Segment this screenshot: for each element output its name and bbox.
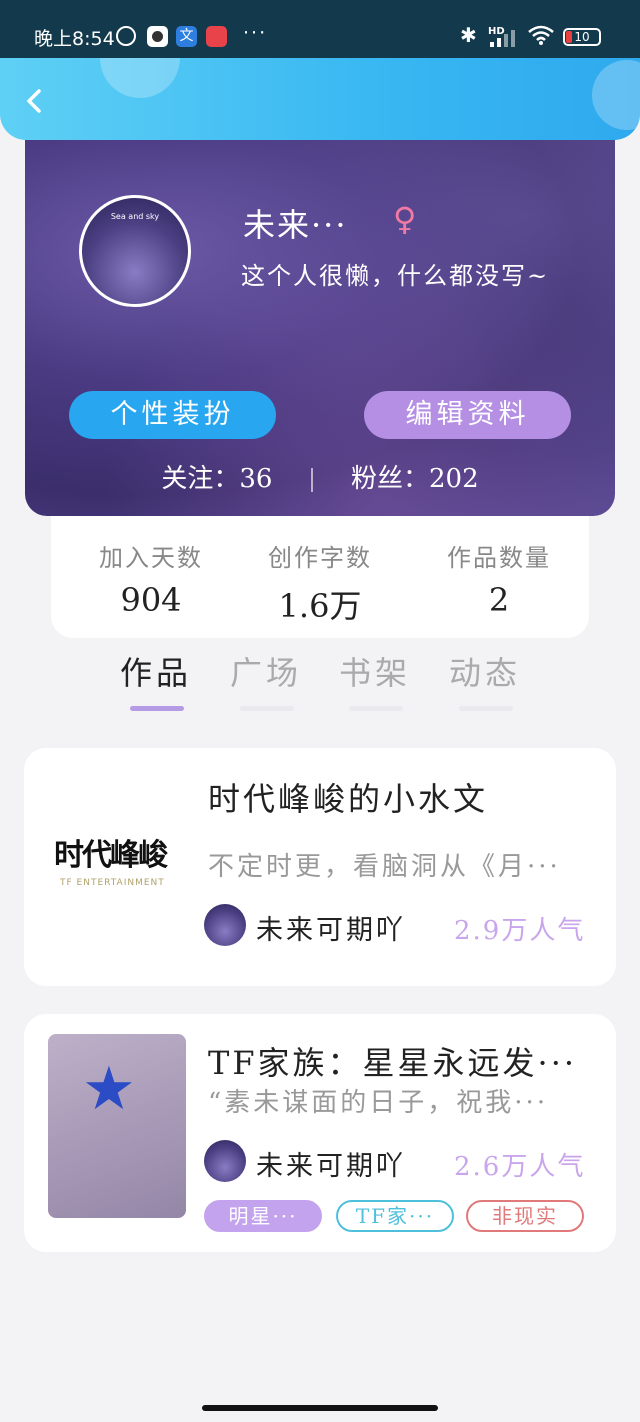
tab-bookshelf[interactable]: 书架 — [325, 648, 425, 711]
status-bar: 晚上8:54 文 ··· ✱ HD 10 — [0, 0, 640, 58]
avatar[interactable]: Sea and sky — [79, 195, 191, 307]
profile-tabs: 作品 广场 书架 动态 — [104, 648, 544, 716]
more-notifications-icon: ··· — [243, 22, 268, 44]
female-gender-icon: ♀ — [393, 200, 417, 238]
app-notification-icon — [147, 26, 168, 47]
decor-bubble — [592, 60, 640, 130]
star-icon: ★ — [82, 1054, 136, 1124]
personal-style-button[interactable]: 个性装扮 — [69, 391, 276, 439]
stat-label: 作品数量 — [447, 544, 551, 572]
following-count[interactable]: 关注：36 — [161, 464, 272, 494]
tab-label: 作品 — [119, 654, 192, 692]
work-description: “素未谋面的日子，祝我··· — [208, 1088, 549, 1118]
work-cover: 时代峰峻 TF ENTERTAINMENT — [48, 820, 188, 910]
work-popularity: 2.6万人气 — [454, 1152, 586, 1182]
translate-app-icon: 文 — [176, 26, 197, 47]
tab-works[interactable]: 作品 — [106, 648, 206, 711]
work-title: 时代峰峻的小水文 — [208, 780, 489, 818]
tab-indicator — [240, 706, 294, 711]
cover-subtitle: TF ENTERTAINMENT — [60, 878, 165, 888]
tab-label: 动态 — [448, 654, 521, 692]
work-title: TF家族：星星永远发··· — [208, 1044, 578, 1082]
work-description: 不定时更，看脑洞从《月··· — [208, 852, 561, 882]
stat-join-days: 加入天数 904 — [71, 538, 231, 619]
stat-label: 加入天数 — [99, 544, 203, 572]
work-cover: ★ — [48, 1034, 186, 1218]
author-avatar — [204, 1140, 246, 1182]
tab-square[interactable]: 广场 — [216, 648, 316, 711]
home-indicator[interactable] — [202, 1405, 438, 1411]
wifi-icon — [528, 25, 554, 45]
tag-celebrity[interactable]: 明星··· — [204, 1200, 322, 1232]
follow-stats: 关注：36 粉丝：202 — [25, 458, 615, 495]
author-name: 未来可期吖 — [256, 915, 406, 946]
app-notification-icon-red — [206, 26, 227, 47]
chevron-left-icon[interactable] — [22, 88, 48, 114]
avatar-caption: Sea and sky — [110, 212, 160, 221]
bluetooth-icon: ✱ — [460, 23, 477, 47]
status-time: 晚上8:54 — [34, 28, 115, 50]
tab-label: 广场 — [229, 654, 302, 692]
stat-value: 904 — [120, 581, 182, 619]
tab-indicator — [349, 706, 403, 711]
tab-label: 书架 — [338, 654, 411, 692]
top-header — [0, 58, 640, 140]
tab-activity[interactable]: 动态 — [435, 648, 535, 711]
tab-indicator — [130, 706, 184, 711]
stats-card: 加入天数 904 创作字数 1.6万 作品数量 2 — [51, 516, 589, 638]
stat-value: 1.6万 — [278, 587, 362, 625]
battery-icon: 10 — [563, 28, 601, 46]
work-card[interactable]: ★ TF家族：星星永远发··· “素未谋面的日子，祝我··· 未来可期吖 2.6… — [24, 1014, 616, 1252]
bio-text: 这个人很懒，什么都没写~ — [241, 262, 550, 290]
edit-profile-button[interactable]: 编辑资料 — [364, 391, 571, 439]
stat-value: 2 — [488, 581, 510, 619]
decor-bubble — [100, 58, 180, 98]
stat-word-count: 创作字数 1.6万 — [240, 538, 400, 627]
nickname: 未来··· — [243, 206, 348, 244]
followers-count[interactable]: 粉丝：202 — [351, 464, 479, 494]
author-avatar — [204, 904, 246, 946]
author-name: 未来可期吖 — [256, 1151, 406, 1182]
profile-card: Sea and sky 未来··· ♀ 这个人很懒，什么都没写~ 个性装扮 编辑… — [25, 140, 615, 516]
work-card[interactable]: 时代峰峻 TF ENTERTAINMENT 时代峰峻的小水文 不定时更，看脑洞从… — [24, 748, 616, 986]
alarm-icon — [116, 26, 136, 46]
tag-unreal[interactable]: 非现实 — [466, 1200, 584, 1232]
work-popularity: 2.9万人气 — [454, 916, 586, 946]
work-author[interactable]: 未来可期吖 — [204, 1140, 444, 1184]
stat-label: 创作字数 — [268, 544, 372, 572]
tab-indicator — [459, 706, 513, 711]
work-author[interactable]: 未来可期吖 — [204, 904, 444, 948]
divider — [310, 468, 313, 492]
stat-works-count: 作品数量 2 — [419, 538, 579, 619]
cover-logo-text: 时代峰峻 — [54, 838, 168, 873]
signal-icon — [490, 29, 520, 47]
tag-tf-family[interactable]: TF家··· — [336, 1200, 454, 1232]
